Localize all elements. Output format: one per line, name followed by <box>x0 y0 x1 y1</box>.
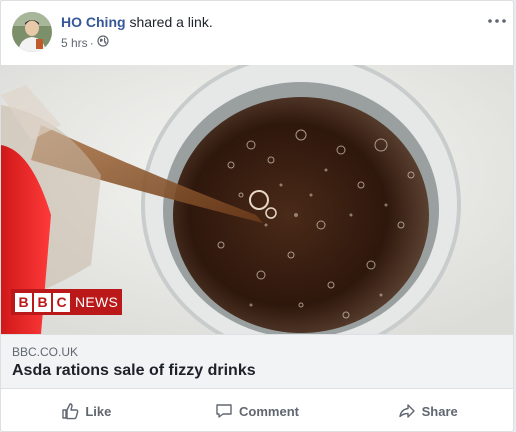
more-options-icon[interactable] <box>485 13 509 29</box>
meta-separator: · <box>89 35 94 50</box>
share-label: Share <box>421 403 458 419</box>
comment-icon <box>215 402 233 420</box>
like-button[interactable]: Like <box>1 395 172 427</box>
author-name-link[interactable]: HO Ching <box>61 14 126 30</box>
link-preview-image[interactable]: B B C NEWS <box>1 65 513 334</box>
bbc-logo-news-word: NEWS <box>75 294 119 310</box>
globe-icon[interactable] <box>97 35 109 50</box>
link-title[interactable]: Asda rations sale of fizzy drinks <box>12 362 256 380</box>
post-action-text: shared a link. <box>129 14 213 30</box>
post-timestamp[interactable]: 5 hrs <box>61 36 88 50</box>
like-label: Like <box>85 403 112 419</box>
comment-button[interactable]: Comment <box>172 395 343 427</box>
bbc-logo-block-3: C <box>53 292 70 312</box>
share-button[interactable]: Share <box>342 395 513 427</box>
avatar[interactable] <box>12 12 52 52</box>
post-header: HO Ching shared a link. 5 hrs · <box>1 1 513 65</box>
post-author-line: HO Ching shared a link. <box>61 14 213 30</box>
thumbs-up-icon <box>61 402 79 420</box>
share-arrow-icon <box>398 402 416 420</box>
link-preview-caption[interactable]: BBC.CO.UK Asda rations sale of fizzy dri… <box>1 334 513 389</box>
comment-label: Comment <box>239 403 299 419</box>
post-action-bar: Like Comment Share <box>1 393 513 429</box>
post-meta: 5 hrs · <box>61 35 109 50</box>
link-domain: BBC.CO.UK <box>12 345 79 359</box>
feed-post: HO Ching shared a link. 5 hrs · B B C NE… <box>0 0 514 432</box>
bbc-news-logo: B B C NEWS <box>11 289 123 315</box>
bbc-logo-block-1: B <box>15 292 32 312</box>
bbc-logo-block-2: B <box>34 292 51 312</box>
